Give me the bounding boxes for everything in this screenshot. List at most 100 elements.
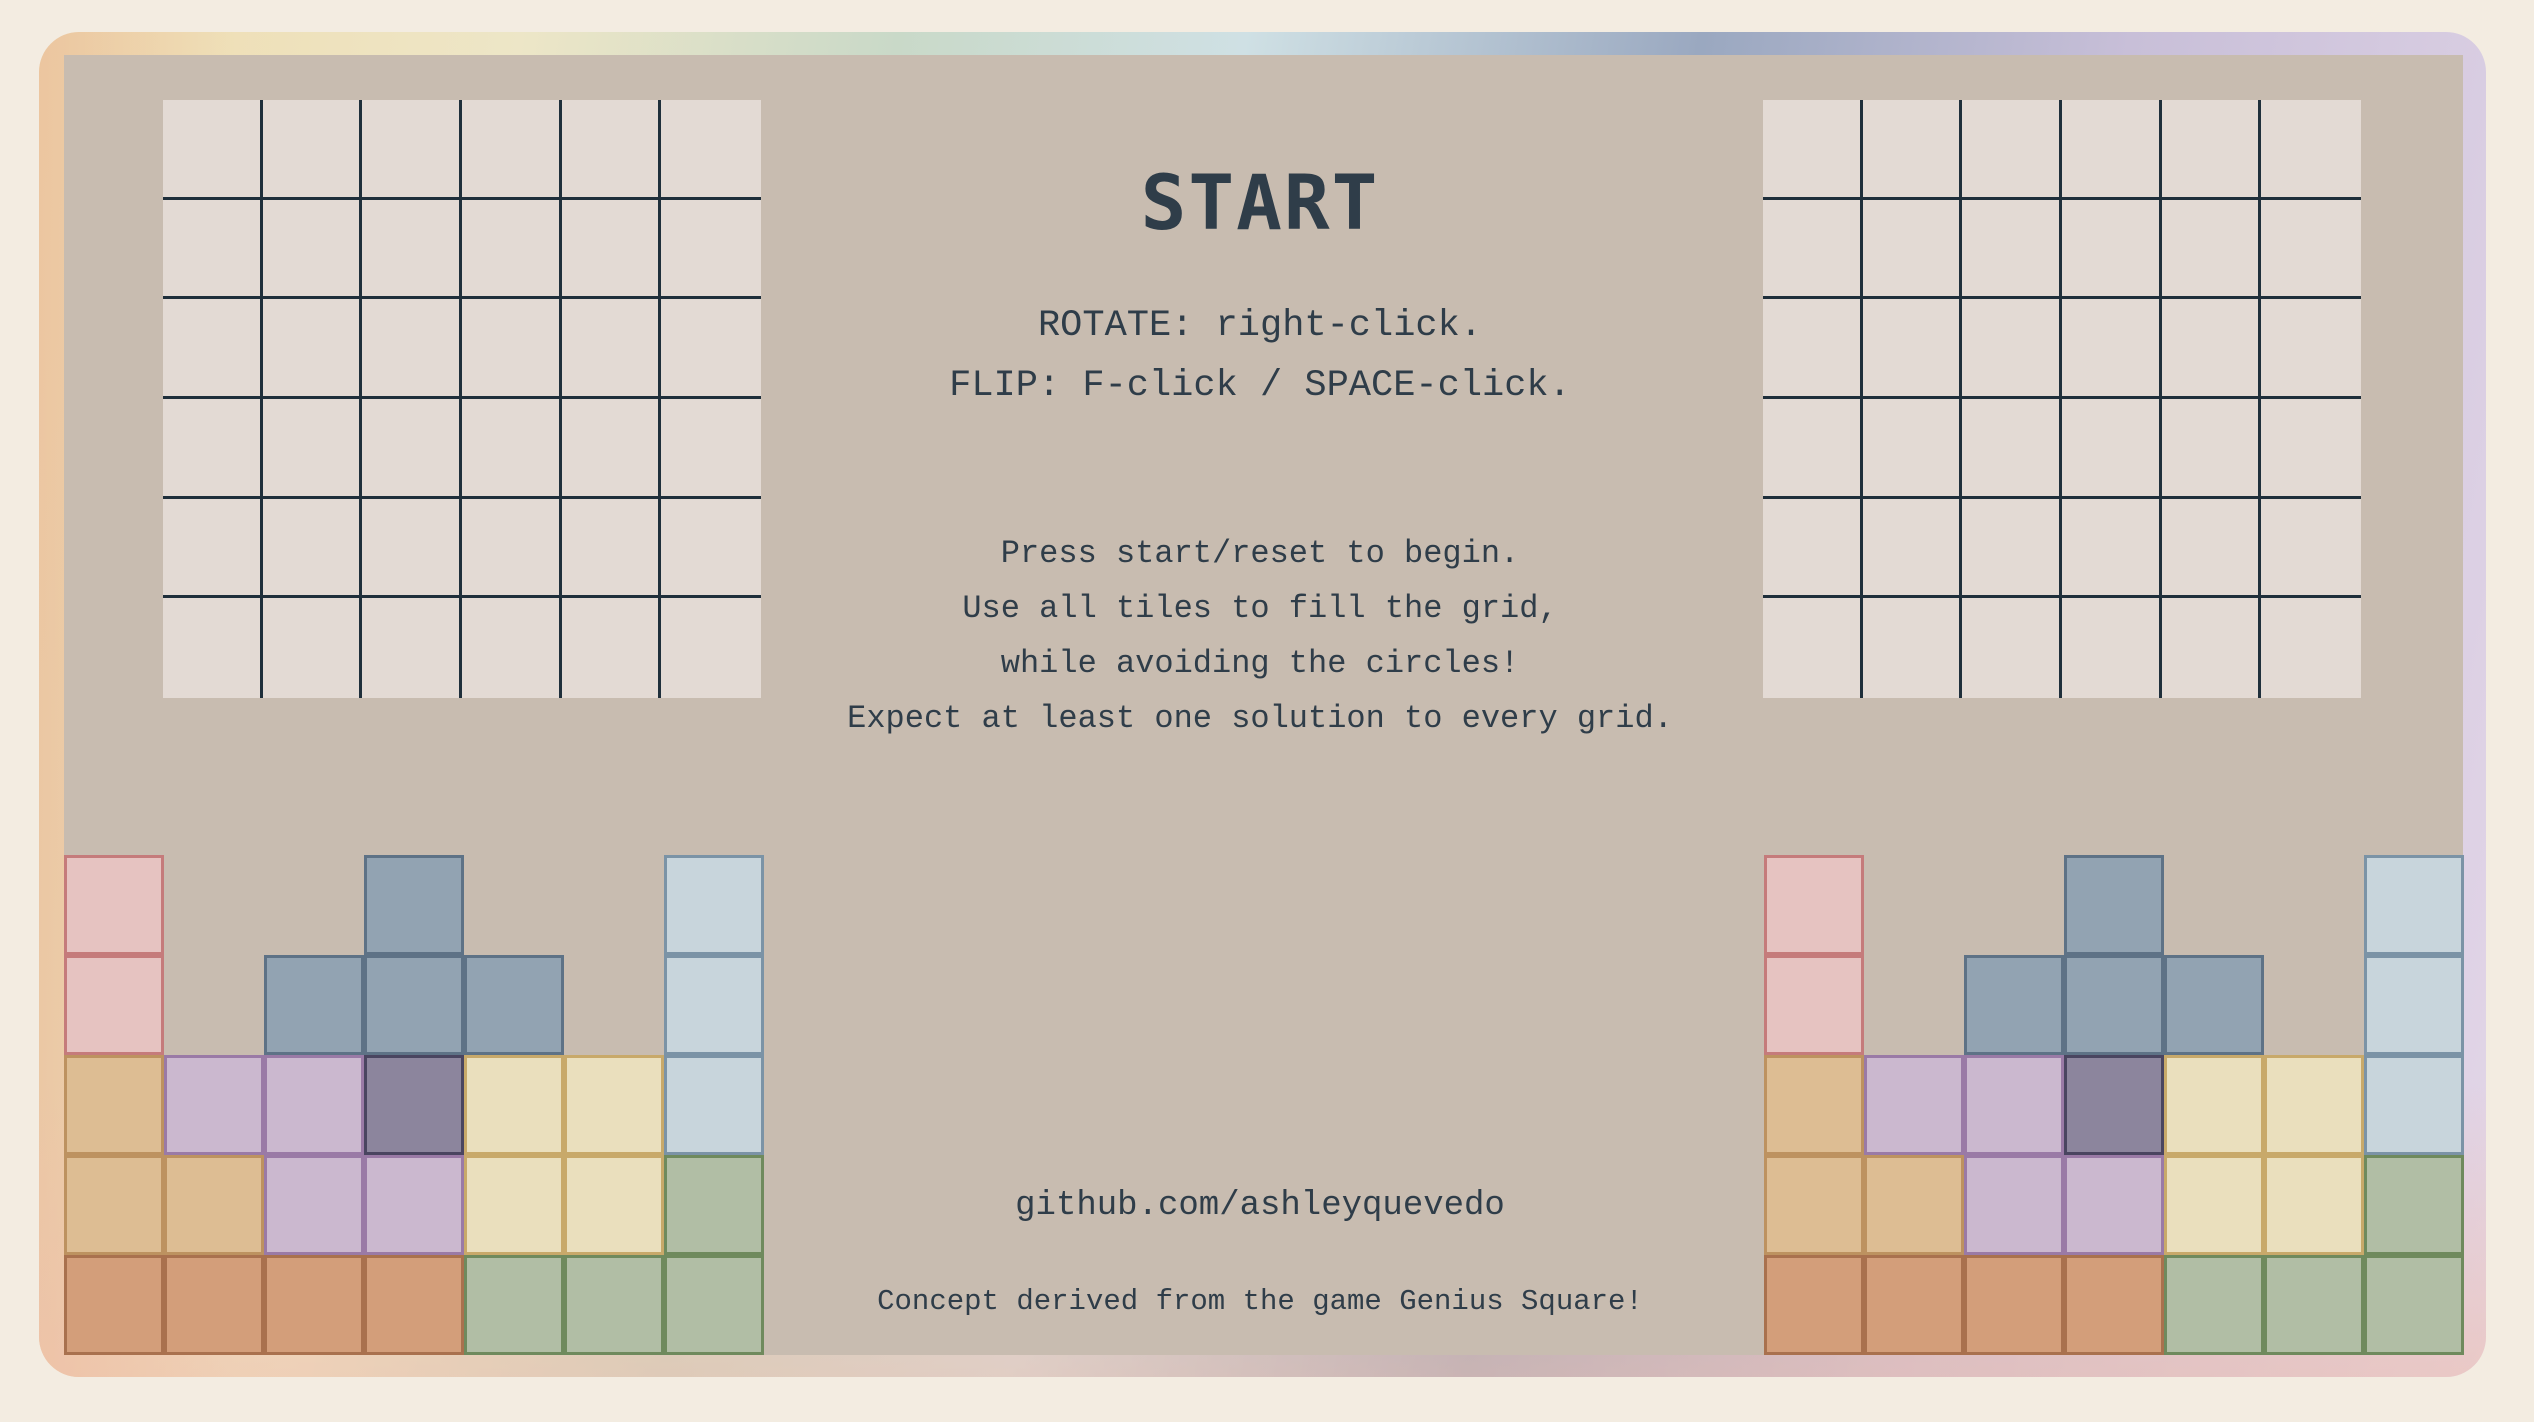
- grid-cell[interactable]: [561, 498, 662, 599]
- lilac-s-tile[interactable]: [264, 1055, 364, 1155]
- cream-square-tile[interactable]: [564, 1055, 664, 1155]
- dark-purple-mono-tile[interactable]: [2064, 1055, 2164, 1155]
- lightblue-i-tile[interactable]: [2364, 955, 2464, 1055]
- lightblue-i-tile[interactable]: [664, 855, 764, 955]
- blue-t-tile[interactable]: [2164, 955, 2264, 1055]
- puzzle-grid-left[interactable]: [163, 100, 761, 698]
- grid-cell[interactable]: [1962, 100, 2062, 200]
- dark-purple-mono-tile[interactable]: [364, 1055, 464, 1155]
- green-l-tile[interactable]: [664, 1155, 764, 1255]
- green-l-tile[interactable]: [464, 1255, 564, 1355]
- grid-cell[interactable]: [561, 398, 662, 499]
- grid-cell[interactable]: [1863, 598, 1963, 698]
- grid-cell[interactable]: [262, 100, 363, 200]
- lilac-s-tile[interactable]: [164, 1055, 264, 1155]
- grid-cell[interactable]: [163, 498, 263, 599]
- blue-t-tile[interactable]: [364, 855, 464, 955]
- grid-cell[interactable]: [163, 199, 263, 300]
- grid-cell[interactable]: [262, 498, 363, 599]
- orange-i-tile[interactable]: [1864, 1255, 1964, 1355]
- grid-cell[interactable]: [661, 299, 761, 399]
- grid-cell[interactable]: [362, 100, 462, 200]
- blue-t-tile[interactable]: [1964, 955, 2064, 1055]
- grid-cell[interactable]: [1962, 299, 2062, 399]
- red-domino-tile[interactable]: [64, 855, 164, 955]
- green-l-tile[interactable]: [2364, 1255, 2464, 1355]
- green-l-tile[interactable]: [2364, 1155, 2464, 1255]
- grid-cell[interactable]: [2061, 199, 2162, 300]
- blue-t-tile[interactable]: [364, 955, 464, 1055]
- cream-square-tile[interactable]: [464, 1155, 564, 1255]
- orange-i-tile[interactable]: [364, 1255, 464, 1355]
- lilac-s-tile[interactable]: [1864, 1055, 1964, 1155]
- grid-cell[interactable]: [1763, 100, 1863, 200]
- grid-cell[interactable]: [2261, 200, 2361, 300]
- grid-cell[interactable]: [2261, 598, 2361, 698]
- grid-cell[interactable]: [661, 499, 761, 599]
- grid-cell[interactable]: [1862, 398, 1963, 499]
- cream-square-tile[interactable]: [2164, 1055, 2264, 1155]
- grid-cell[interactable]: [1763, 598, 1863, 698]
- blue-t-tile[interactable]: [464, 955, 564, 1055]
- orange-i-tile[interactable]: [1764, 1255, 1864, 1355]
- tan-l-tile[interactable]: [1764, 1155, 1864, 1255]
- blue-t-tile[interactable]: [2064, 855, 2164, 955]
- grid-cell[interactable]: [2061, 299, 2162, 399]
- grid-cell[interactable]: [1862, 100, 1963, 200]
- lightblue-i-tile[interactable]: [664, 955, 764, 1055]
- tan-l-tile[interactable]: [164, 1155, 264, 1255]
- lilac-s-tile[interactable]: [1964, 1055, 2064, 1155]
- grid-cell[interactable]: [163, 100, 263, 200]
- grid-cell[interactable]: [1962, 398, 2062, 499]
- grid-cell[interactable]: [2062, 598, 2162, 698]
- github-link[interactable]: github.com/ashleyquevedo: [800, 1187, 1720, 1225]
- grid-cell[interactable]: [1862, 199, 1963, 300]
- green-l-tile[interactable]: [2164, 1255, 2264, 1355]
- grid-cell[interactable]: [461, 100, 562, 200]
- grid-cell[interactable]: [462, 598, 562, 698]
- grid-cell[interactable]: [2061, 498, 2162, 599]
- grid-cell[interactable]: [562, 598, 662, 698]
- grid-cell[interactable]: [1763, 498, 1863, 599]
- red-domino-tile[interactable]: [1764, 855, 1864, 955]
- grid-cell[interactable]: [362, 299, 462, 399]
- lilac-s-tile[interactable]: [1964, 1155, 2064, 1255]
- grid-cell[interactable]: [1962, 199, 2062, 300]
- lilac-s-tile[interactable]: [264, 1155, 364, 1255]
- grid-cell[interactable]: [1862, 299, 1963, 399]
- tan-l-tile[interactable]: [1764, 1055, 1864, 1155]
- grid-cell[interactable]: [1862, 498, 1963, 599]
- grid-cell[interactable]: [2261, 399, 2361, 499]
- tan-l-tile[interactable]: [64, 1155, 164, 1255]
- cream-square-tile[interactable]: [2264, 1155, 2364, 1255]
- grid-cell[interactable]: [461, 299, 562, 399]
- grid-cell[interactable]: [2261, 100, 2361, 200]
- green-l-tile[interactable]: [2264, 1255, 2364, 1355]
- grid-cell[interactable]: [2261, 299, 2361, 399]
- tan-l-tile[interactable]: [1864, 1155, 1964, 1255]
- grid-cell[interactable]: [163, 299, 263, 399]
- red-domino-tile[interactable]: [1764, 955, 1864, 1055]
- green-l-tile[interactable]: [664, 1255, 764, 1355]
- orange-i-tile[interactable]: [264, 1255, 364, 1355]
- grid-cell[interactable]: [1962, 598, 2062, 698]
- grid-cell[interactable]: [561, 100, 662, 200]
- cream-square-tile[interactable]: [564, 1155, 664, 1255]
- grid-cell[interactable]: [2261, 499, 2361, 599]
- grid-cell[interactable]: [362, 199, 462, 300]
- grid-cell[interactable]: [362, 598, 462, 698]
- orange-i-tile[interactable]: [64, 1255, 164, 1355]
- grid-cell[interactable]: [561, 199, 662, 300]
- start-button[interactable]: START: [800, 158, 1720, 247]
- grid-cell[interactable]: [1962, 498, 2062, 599]
- orange-i-tile[interactable]: [1964, 1255, 2064, 1355]
- grid-cell[interactable]: [461, 199, 562, 300]
- grid-cell[interactable]: [262, 199, 363, 300]
- tan-l-tile[interactable]: [64, 1055, 164, 1155]
- grid-cell[interactable]: [263, 598, 363, 698]
- grid-cell[interactable]: [2161, 199, 2262, 300]
- grid-cell[interactable]: [661, 100, 761, 200]
- red-domino-tile[interactable]: [64, 955, 164, 1055]
- grid-cell[interactable]: [1763, 199, 1863, 300]
- cream-square-tile[interactable]: [464, 1055, 564, 1155]
